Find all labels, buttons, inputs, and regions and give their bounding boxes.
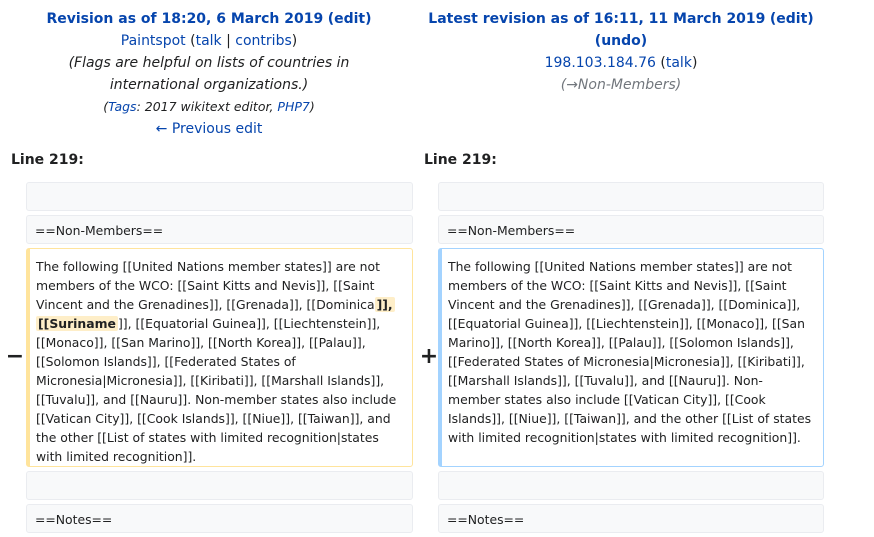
new-context-heading: ==Non-Members== (438, 215, 824, 244)
old-context-blank-2 (26, 471, 413, 500)
old-tags-line: (Tags: 2017 wikitext editor, PHP7) (103, 99, 315, 114)
tag-php7-link[interactable]: PHP7 (277, 99, 309, 114)
previous-edit-link[interactable]: ← Previous edit (156, 121, 263, 137)
ip-user-link[interactable]: 198.103.184.76 (545, 55, 656, 71)
old-context-notes: ==Notes== (26, 504, 413, 533)
old-context-blank (26, 182, 413, 211)
new-user-line: 198.103.184.76 (talk) (544, 55, 698, 71)
new-line-number: Line 219: (424, 152, 497, 168)
new-context-blank-2 (438, 471, 824, 500)
old-revision-link[interactable]: Revision as of 18:20, 6 March 2019 (46, 11, 323, 27)
plus-marker: + (419, 344, 439, 369)
old-revision-title: Revision as of 18:20, 6 March 2019 (edit… (46, 11, 372, 27)
old-edit-link[interactable]: edit (334, 11, 365, 27)
old-revision-header: Revision as of 18:20, 6 March 2019 (edit… (0, 8, 418, 140)
old-user-link[interactable]: Paintspot (121, 33, 186, 49)
new-context-blank (438, 182, 824, 211)
old-contribs-link[interactable]: contribs (235, 33, 291, 49)
old-deleted-line: The following [[United Nations member st… (26, 248, 413, 467)
old-user-line: Paintspot (talk | contribs) (120, 33, 298, 49)
changed-text: [[Suriname (36, 316, 118, 331)
new-revision-title: Latest revision as of 16:11, 11 March 20… (428, 11, 814, 27)
new-talk-link[interactable]: talk (666, 55, 692, 71)
new-context-notes: ==Notes== (438, 504, 824, 533)
new-added-line: The following [[United Nations member st… (438, 248, 824, 467)
tags-link[interactable]: Tags (108, 99, 136, 114)
new-revision-header: Latest revision as of 16:11, 11 March 20… (412, 8, 830, 96)
undo-link[interactable]: undo (601, 33, 641, 49)
old-talk-link[interactable]: talk (196, 33, 222, 49)
section-link[interactable]: →Non-Members (566, 77, 676, 93)
new-edit-summary: (→Non-Members) (560, 77, 682, 93)
new-revision-link[interactable]: Latest revision as of 16:11, 11 March 20… (428, 11, 765, 27)
old-edit-summary: (Flags are helpful on lists of countries… (68, 55, 350, 93)
new-edit-link[interactable]: edit (776, 11, 807, 27)
old-context-heading: ==Non-Members== (26, 215, 413, 244)
minus-marker: − (5, 344, 25, 369)
changed-text: ]], (374, 297, 395, 312)
old-line-number: Line 219: (11, 152, 84, 168)
